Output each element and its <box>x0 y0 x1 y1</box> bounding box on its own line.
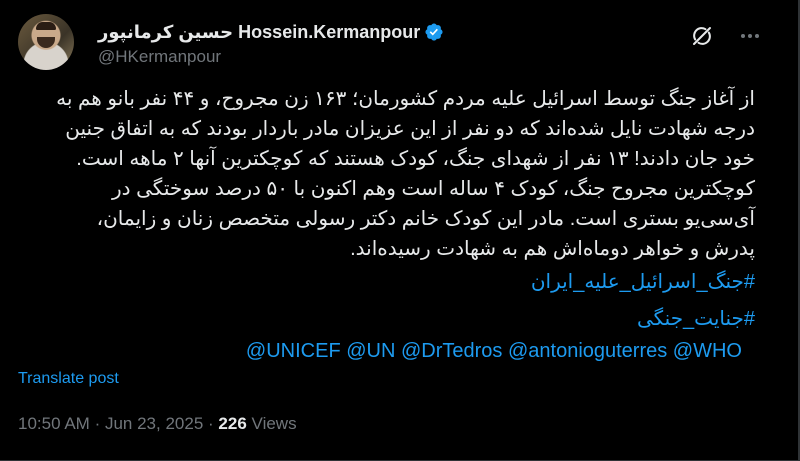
post-card: حسین کرمانپور Hossein.Kermanpour @HKerma… <box>0 0 800 461</box>
hashtag-link[interactable]: #جنگ_اسرائیل_علیه_ایران <box>531 269 755 294</box>
post-text-line: از آغاز جنگ توسط اسرائیل علیه مردم کشورم… <box>56 88 755 110</box>
post-header: حسین کرمانپور Hossein.Kermanpour @HKerma… <box>18 14 778 70</box>
avatar-hair <box>36 22 56 30</box>
meta-separator: · <box>94 414 101 433</box>
author-handle[interactable]: @HKermanpour <box>98 47 598 67</box>
post-text-line: درجه شهادت نایل شده‌اند که دو نفر از این… <box>65 118 755 140</box>
more-dot <box>748 34 752 38</box>
avatar[interactable] <box>18 14 74 70</box>
post-metadata: 10:50 AM · Jun 23, 2025 · 226 Views <box>18 414 297 434</box>
more-button[interactable] <box>734 22 766 50</box>
meta-separator: · <box>208 414 214 433</box>
verified-badge-icon <box>425 23 443 41</box>
mentions-links[interactable]: @UNICEF @UN @DrTedros @antonioguterres @… <box>246 340 742 363</box>
post-text-line: آی‌سی‌یو بستری است. مادر این کودک خانم د… <box>96 208 755 230</box>
post-text-line: پدرش و خواهر دوماه‌اش هم به شهادت رسیده‌… <box>350 238 755 260</box>
author-block: حسین کرمانپور Hossein.Kermanpour @HKerma… <box>98 20 598 70</box>
post-date[interactable]: Jun 23, 2025 <box>105 414 203 433</box>
grok-icon <box>693 27 711 45</box>
post-text: از آغاز جنگ توسط اسرائیل علیه مردم کشورم… <box>18 84 755 264</box>
grok-button[interactable] <box>688 22 716 50</box>
more-dot <box>755 34 759 38</box>
post-text-line: کوچکترین مجروح جنگ، کودک ۴ ساله است وهم … <box>112 178 755 200</box>
hashtag-link[interactable]: #جنایت_جنگی <box>637 306 755 331</box>
more-dot <box>741 34 745 38</box>
translate-post-link[interactable]: Translate post <box>18 370 119 388</box>
post-time[interactable]: 10:50 AM <box>18 414 90 433</box>
avatar-beard <box>37 37 55 48</box>
post-text-line: خود جان دادند! ۱۳ نفر از شهدای جنگ، کودک… <box>76 148 755 170</box>
views-count[interactable]: 226 <box>218 414 246 433</box>
name-row: حسین کرمانپور Hossein.Kermanpour <box>98 20 598 44</box>
display-name[interactable]: حسین کرمانپور Hossein.Kermanpour <box>98 22 420 43</box>
views-label: Views <box>251 414 297 433</box>
